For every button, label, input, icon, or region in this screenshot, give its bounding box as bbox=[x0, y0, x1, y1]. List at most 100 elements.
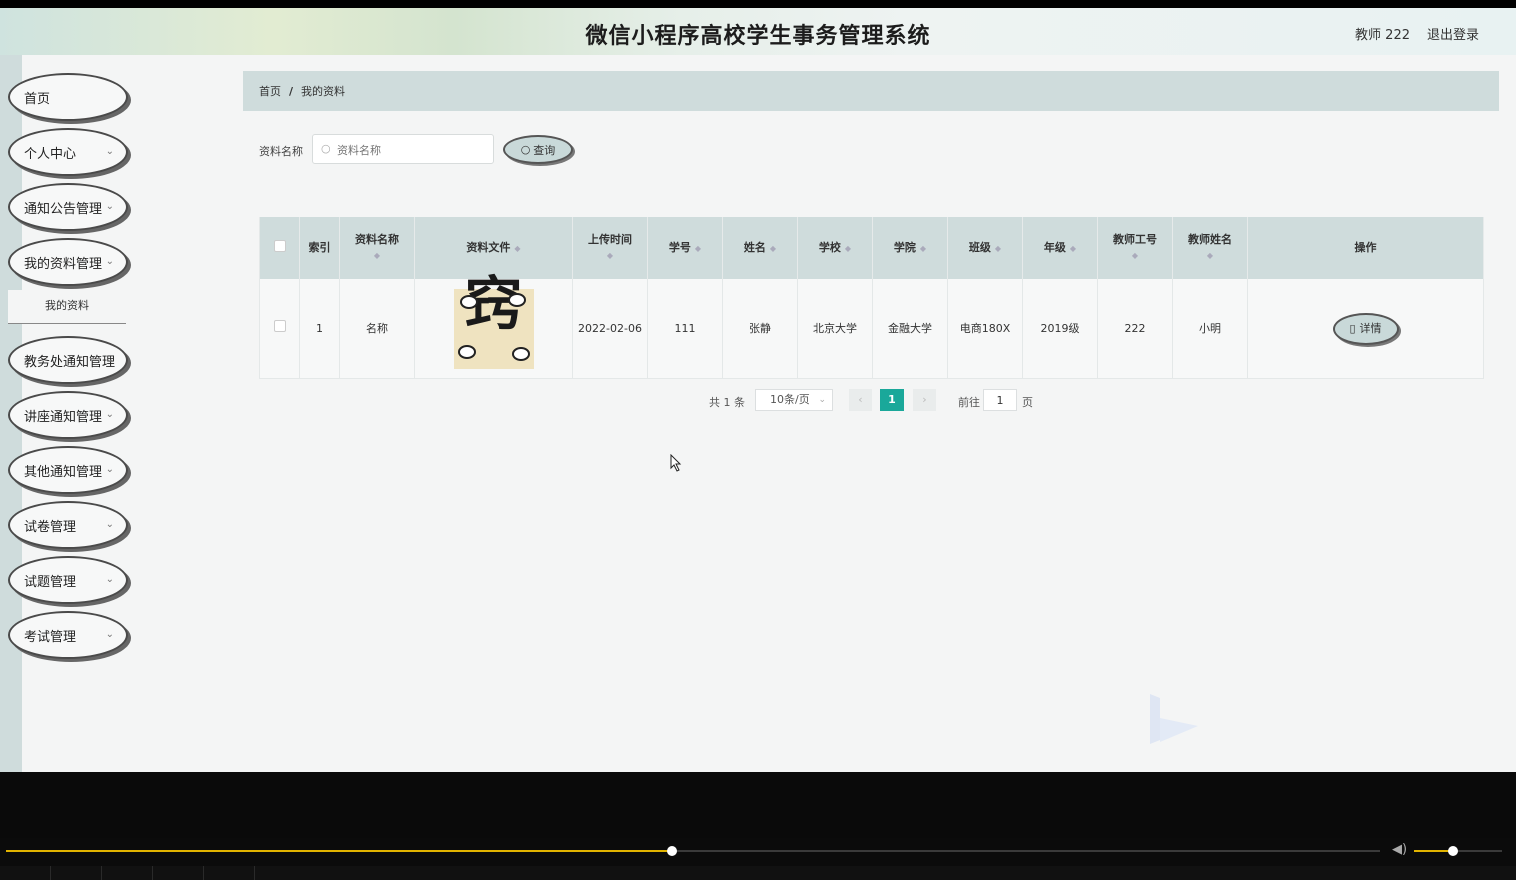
current-user: 教师 222 bbox=[1355, 28, 1410, 43]
cell-actions: ▯ 详情 bbox=[1247, 279, 1484, 379]
volume-slider[interactable] bbox=[1414, 850, 1502, 852]
cell-student-name: 张静 bbox=[722, 279, 798, 379]
taskbar-divider bbox=[203, 866, 204, 880]
sort-icon[interactable]: ◆ bbox=[344, 248, 410, 264]
sidebar-item-questions[interactable]: 试题管理 ⌄ bbox=[8, 556, 128, 604]
chevron-down-icon: ⌄ bbox=[105, 256, 114, 267]
column-header-upload-time[interactable]: 上传时间 ◆ bbox=[572, 217, 648, 279]
search-field[interactable]: ○ bbox=[312, 134, 494, 164]
breadcrumb-current: 我的资料 bbox=[301, 85, 346, 98]
sidebar-item-papers[interactable]: 试卷管理 ⌄ bbox=[8, 501, 128, 549]
column-header-student-name[interactable]: 姓名 ◆ bbox=[722, 217, 798, 279]
detail-button[interactable]: ▯ 详情 bbox=[1332, 312, 1399, 345]
sort-icon[interactable]: ◆ bbox=[845, 244, 851, 253]
seek-bar-fill bbox=[6, 850, 673, 852]
column-header-school[interactable]: 学校 ◆ bbox=[797, 217, 873, 279]
sidebar-item-lecture-notices[interactable]: 讲座通知管理 ⌄ bbox=[8, 391, 128, 439]
column-header-actions: 操作 bbox=[1247, 217, 1484, 279]
sort-icon[interactable]: ◆ bbox=[1102, 248, 1168, 264]
seek-bar[interactable] bbox=[6, 850, 1380, 852]
select-all-cell[interactable] bbox=[259, 217, 300, 279]
sort-icon[interactable]: ◆ bbox=[995, 244, 1001, 253]
chevron-right-icon: › bbox=[922, 393, 927, 406]
breadcrumb: 首页 / 我的资料 bbox=[243, 71, 1499, 111]
sidebar-item-personal-center[interactable]: 个人中心 ⌄ bbox=[8, 128, 128, 176]
breadcrumb-home[interactable]: 首页 bbox=[259, 83, 281, 99]
seek-handle[interactable] bbox=[667, 846, 678, 856]
chevron-left-icon: ‹ bbox=[858, 393, 863, 406]
sort-icon[interactable]: ◆ bbox=[577, 248, 643, 264]
page-size-value: 10条/页 bbox=[770, 393, 810, 406]
sidebar-item-other-notices[interactable]: 其他通知管理 ⌄ bbox=[8, 446, 128, 494]
taskbar-divider bbox=[254, 866, 255, 880]
sort-icon[interactable]: ◆ bbox=[695, 244, 701, 253]
sidebar-item-exams[interactable]: 考试管理 ⌄ bbox=[8, 611, 128, 659]
app-window: 微信小程序高校学生事务管理系统 教师 222 退出登录 首页 个人中心 ⌄ 通知… bbox=[0, 8, 1516, 772]
sort-icon[interactable]: ◆ bbox=[514, 244, 520, 253]
sidebar-subitem-my-materials[interactable]: 我的资料 bbox=[8, 290, 126, 324]
cloud-decoration bbox=[507, 292, 526, 307]
cell-teacher-name: 小明 bbox=[1172, 279, 1248, 379]
taskbar-divider bbox=[101, 866, 102, 880]
watermark-logo-icon bbox=[1150, 694, 1198, 744]
search-button[interactable]: ○ 查询 bbox=[503, 135, 573, 164]
cloud-decoration bbox=[457, 344, 476, 359]
column-header-class[interactable]: 班级 ◆ bbox=[947, 217, 1023, 279]
volume-icon[interactable]: ◀) bbox=[1392, 842, 1407, 857]
column-header-student-no[interactable]: 学号 ◆ bbox=[647, 217, 723, 279]
breadcrumb-separator: / bbox=[289, 84, 294, 98]
file-thumbnail[interactable]: 窍 bbox=[453, 275, 534, 369]
chevron-down-icon: ⌄ bbox=[105, 409, 114, 420]
pagination-total: 共 1 条 bbox=[709, 396, 745, 409]
cell-name: 名称 bbox=[339, 279, 415, 379]
logout-link[interactable]: 退出登录 bbox=[1427, 24, 1479, 43]
column-header-teacher-name[interactable]: 教师姓名 ◆ bbox=[1172, 217, 1248, 279]
header-bar: 微信小程序高校学生事务管理系统 教师 222 退出登录 bbox=[0, 8, 1516, 55]
column-header-college[interactable]: 学院 ◆ bbox=[872, 217, 948, 279]
sort-icon[interactable]: ◆ bbox=[920, 244, 926, 253]
chevron-down-icon: ⌄ bbox=[105, 519, 114, 530]
sort-icon[interactable]: ◆ bbox=[770, 244, 776, 253]
page-size-select[interactable]: 10条/页 ⌄ bbox=[755, 389, 833, 411]
sidebar-item-label: 首页 bbox=[24, 91, 51, 107]
row-checkbox[interactable] bbox=[273, 319, 286, 332]
sidebar-item-label: 教务处通知管理 bbox=[24, 354, 116, 370]
sort-icon[interactable]: ◆ bbox=[1177, 248, 1243, 264]
next-page-button[interactable]: › bbox=[913, 389, 936, 411]
search-icon: ○ bbox=[321, 142, 331, 155]
chevron-down-icon: ⌄ bbox=[105, 629, 114, 640]
sidebar-item-announcements[interactable]: 通知公告管理 ⌄ bbox=[8, 183, 128, 231]
cell-index: 1 bbox=[299, 279, 340, 379]
chevron-down-icon: ⌄ bbox=[105, 574, 114, 585]
column-header-teacher-no[interactable]: 教师工号 ◆ bbox=[1097, 217, 1173, 279]
sidebar-item-academic-notices[interactable]: 教务处通知管理 ⌄ bbox=[8, 336, 128, 384]
column-header-grade[interactable]: 年级 ◆ bbox=[1022, 217, 1098, 279]
search-button-label: 查询 bbox=[533, 143, 556, 157]
cell-upload-time: 2022-02-06 bbox=[572, 279, 648, 379]
sidebar-item-label: 讲座通知管理 bbox=[24, 409, 103, 425]
sidebar-item-my-materials[interactable]: 我的资料管理 ⌄ bbox=[8, 238, 128, 286]
goto-suffix: 页 bbox=[1022, 396, 1033, 409]
select-all-checkbox[interactable] bbox=[273, 239, 286, 252]
mouse-cursor-icon bbox=[670, 454, 682, 472]
chevron-down-icon: ⌄ bbox=[105, 464, 114, 475]
sidebar-item-label: 个人中心 bbox=[24, 146, 77, 162]
cell-grade: 2019级 bbox=[1022, 279, 1098, 379]
search-input[interactable] bbox=[335, 140, 489, 160]
sort-icon[interactable]: ◆ bbox=[1070, 244, 1076, 253]
detail-button-label: 详情 bbox=[1359, 321, 1382, 335]
volume-handle[interactable] bbox=[1447, 846, 1458, 856]
cell-teacher-no: 222 bbox=[1097, 279, 1173, 379]
sidebar-item-home[interactable]: 首页 bbox=[8, 73, 128, 121]
player-band bbox=[0, 772, 1516, 838]
table-row: 1 名称 窍 2022-02-06 111 张静 北京大学 金融大学 电商180 bbox=[259, 275, 1484, 379]
sidebar-item-label: 其他通知管理 bbox=[24, 464, 103, 480]
page-number-current[interactable]: 1 bbox=[880, 389, 904, 411]
column-header-name[interactable]: 资料名称 ◆ bbox=[339, 217, 415, 279]
document-icon: ▯ bbox=[1349, 321, 1356, 335]
goto-page-input[interactable] bbox=[983, 389, 1017, 411]
sidebar-item-label: 试卷管理 bbox=[24, 519, 77, 535]
chevron-down-icon: ⌄ bbox=[105, 201, 114, 212]
prev-page-button[interactable]: ‹ bbox=[849, 389, 872, 411]
row-select-cell[interactable] bbox=[259, 279, 300, 379]
